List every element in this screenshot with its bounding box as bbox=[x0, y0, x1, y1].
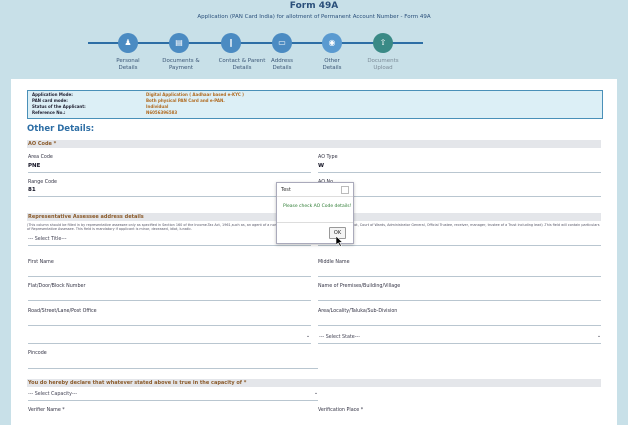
capacity-select[interactable]: --- Select Capacity--- bbox=[28, 392, 77, 397]
other-details-icon[interactable]: ◉ bbox=[322, 33, 342, 53]
address-card-icon[interactable]: ▭ bbox=[272, 33, 292, 53]
step-upload-label[interactable]: Documents Upload bbox=[358, 58, 408, 72]
info-label: Reference No.: bbox=[32, 110, 66, 115]
upload-icon[interactable]: ⇧ bbox=[373, 33, 393, 53]
reference-number: N6056396583 bbox=[146, 110, 178, 115]
info-value: Individual bbox=[146, 104, 169, 109]
title-underline bbox=[28, 245, 311, 246]
info-value: Digital Application ( Aadhaar based e-KY… bbox=[146, 92, 244, 97]
first-name-label: First Name bbox=[28, 260, 54, 265]
step-personal-label[interactable]: Personal Details bbox=[103, 58, 153, 72]
first-name-input[interactable] bbox=[28, 276, 311, 277]
premises-label: Name of Premises/Building/Village bbox=[318, 284, 401, 289]
chevron-down-icon[interactable]: ⌄ bbox=[306, 334, 310, 339]
mouse-pointer-icon bbox=[336, 236, 344, 247]
flat-input[interactable] bbox=[28, 300, 311, 301]
ao-type-label: AO Type bbox=[318, 155, 338, 160]
range-code-input[interactable]: 81 bbox=[28, 187, 36, 193]
step-address-label[interactable]: Address Details bbox=[257, 58, 307, 72]
city-select-underline bbox=[28, 343, 311, 344]
info-label: Application Mode: bbox=[32, 92, 73, 97]
ao-no-underline bbox=[318, 196, 601, 197]
dialog-divider bbox=[277, 222, 353, 223]
representative-heading: Representative Assessee address details bbox=[28, 214, 144, 220]
middle-name-input[interactable] bbox=[318, 276, 601, 277]
section-title: Other Details: bbox=[27, 124, 95, 134]
contact-icon[interactable]: ∥ bbox=[221, 33, 241, 53]
verification-place-label: Verification Place * bbox=[318, 408, 364, 413]
dialog-title: Test bbox=[281, 187, 291, 193]
verifier-name-label: Verifier Name * bbox=[28, 408, 65, 413]
step-other-label[interactable]: Other Details bbox=[307, 58, 357, 72]
area-code-underline bbox=[28, 172, 311, 173]
form-panel bbox=[11, 79, 617, 425]
pincode-input[interactable] bbox=[28, 368, 318, 369]
document-icon[interactable]: ▤ bbox=[169, 33, 189, 53]
ao-type-input[interactable]: W bbox=[318, 163, 324, 169]
area-locality-label: Area/Locality/Taluka/Sub-Division bbox=[318, 309, 398, 314]
chevron-down-icon[interactable]: ⌄ bbox=[314, 391, 318, 396]
chevron-down-icon[interactable]: ⌄ bbox=[597, 334, 601, 339]
capacity-underline bbox=[28, 400, 318, 401]
ao-type-underline bbox=[318, 172, 601, 173]
info-label: Status of the Applicant: bbox=[32, 104, 86, 109]
area-code-label: Area Code bbox=[28, 155, 53, 160]
flat-label: Flat/Door/Block Number bbox=[28, 284, 86, 289]
declare-heading: You do hereby declare that whatever stat… bbox=[28, 380, 247, 386]
dialog-divider bbox=[277, 196, 353, 197]
close-icon[interactable] bbox=[341, 186, 349, 194]
range-code-underline bbox=[28, 196, 311, 197]
last-name-input[interactable] bbox=[318, 245, 601, 246]
title-select[interactable]: --- Select Title--- bbox=[28, 237, 67, 242]
premises-input[interactable] bbox=[318, 300, 601, 301]
area-code-input[interactable]: PNE bbox=[28, 163, 40, 169]
road-input[interactable] bbox=[28, 325, 311, 326]
road-label: Road/Street/Lane/Post Office bbox=[28, 309, 97, 314]
range-code-label: Range Code bbox=[28, 180, 58, 185]
area-locality-input[interactable] bbox=[318, 325, 601, 326]
ao-code-heading: AO Code * bbox=[28, 141, 57, 147]
info-value: Both physical PAN Card and e-PAN. bbox=[146, 98, 225, 103]
info-label: PAN card mode: bbox=[32, 98, 68, 103]
state-select-underline bbox=[318, 343, 601, 344]
person-icon[interactable]: ♟ bbox=[118, 33, 138, 53]
state-select[interactable]: --- Select State--- bbox=[319, 335, 360, 340]
page-title: Form 49A bbox=[289, 1, 339, 11]
step-documents-payment-label[interactable]: Documents & Payment bbox=[156, 58, 206, 72]
page-subtitle: Application (PAN Card India) for allotme… bbox=[197, 14, 431, 20]
ao-code-band bbox=[27, 140, 601, 148]
application-info-box bbox=[27, 90, 603, 119]
dialog-message: Please check AO Code details! bbox=[283, 204, 352, 209]
pincode-label: Pincode bbox=[28, 351, 47, 356]
alert-dialog: Test Please check AO Code details! OK bbox=[276, 182, 354, 244]
middle-name-label: Middle Name bbox=[318, 260, 350, 265]
